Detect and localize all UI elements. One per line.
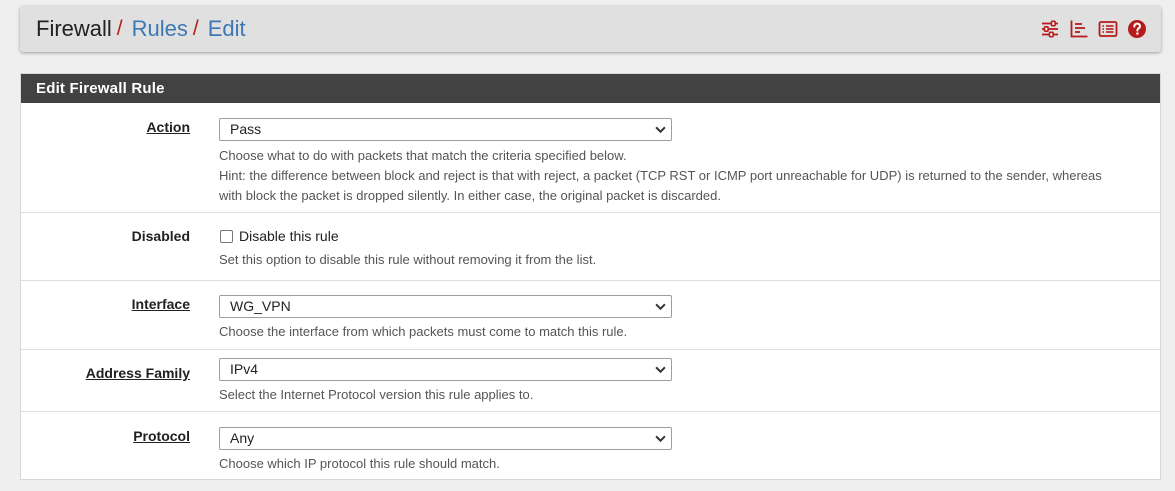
help-icon[interactable] <box>1127 19 1147 39</box>
action-help-hint: Hint: the difference between block and r… <box>219 168 1102 203</box>
action-select-value: Pass <box>230 121 262 137</box>
breadcrumb-firewall: Firewall <box>36 16 112 41</box>
action-help: Choose what to do with packets that matc… <box>219 146 1124 206</box>
address-family-select-value: IPv4 <box>230 361 259 377</box>
disable-rule-text: Disable this rule <box>239 228 339 244</box>
chevron-down-icon <box>655 126 666 134</box>
protocol-label: Protocol <box>133 428 190 444</box>
chevron-down-icon <box>655 303 666 311</box>
address-family-row: Address Family IPv4 Select the Internet … <box>21 349 1160 411</box>
panel-title: Edit Firewall Rule <box>21 74 1160 103</box>
breadcrumb-edit-link[interactable]: Edit <box>208 6 246 52</box>
header-toolbar <box>1040 6 1147 52</box>
protocol-help: Choose which IP protocol this rule shoul… <box>219 456 500 471</box>
edit-rule-panel: Edit Firewall Rule Action Pass Choose wh… <box>20 73 1161 480</box>
sliders-icon[interactable] <box>1040 19 1060 39</box>
protocol-select[interactable]: Any <box>219 427 672 450</box>
breadcrumb-separator: / <box>116 17 123 40</box>
address-family-select[interactable]: IPv4 <box>219 358 672 381</box>
address-family-help: Select the Internet Protocol version thi… <box>219 387 534 402</box>
disabled-row: Disabled Disable this rule Set this opti… <box>21 212 1160 280</box>
interface-select-value: WG_VPN <box>230 298 291 314</box>
disable-rule-checkbox[interactable] <box>220 229 233 243</box>
breadcrumb: Firewall / Rules / Edit <box>20 6 1161 52</box>
action-row: Action Pass Choose what to do with packe… <box>21 103 1160 212</box>
address-family-label: Address Family <box>85 365 190 381</box>
action-label: Action <box>146 119 190 135</box>
disabled-help: Set this option to disable this rule wit… <box>219 252 597 267</box>
chevron-down-icon <box>655 435 666 443</box>
interface-help: Choose the interface from which packets … <box>219 324 628 339</box>
disabled-label: Disabled <box>131 228 190 244</box>
interface-label: Interface <box>131 296 190 312</box>
breadcrumb-rules-link[interactable]: Rules <box>132 6 188 52</box>
disable-rule-checkbox-label[interactable]: Disable this rule <box>220 227 339 245</box>
log-icon[interactable] <box>1069 19 1089 39</box>
chevron-down-icon <box>655 366 666 374</box>
list-icon[interactable] <box>1098 19 1118 39</box>
protocol-select-value: Any <box>230 430 255 446</box>
protocol-row: Protocol Any Choose which IP protocol th… <box>21 411 1160 479</box>
breadcrumb-separator: / <box>192 17 199 40</box>
interface-select[interactable]: WG_VPN <box>219 295 672 318</box>
action-help-line: Choose what to do with packets that matc… <box>219 148 627 163</box>
interface-row: Interface WG_VPN Choose the interface fr… <box>21 280 1160 349</box>
action-select[interactable]: Pass <box>219 118 672 141</box>
